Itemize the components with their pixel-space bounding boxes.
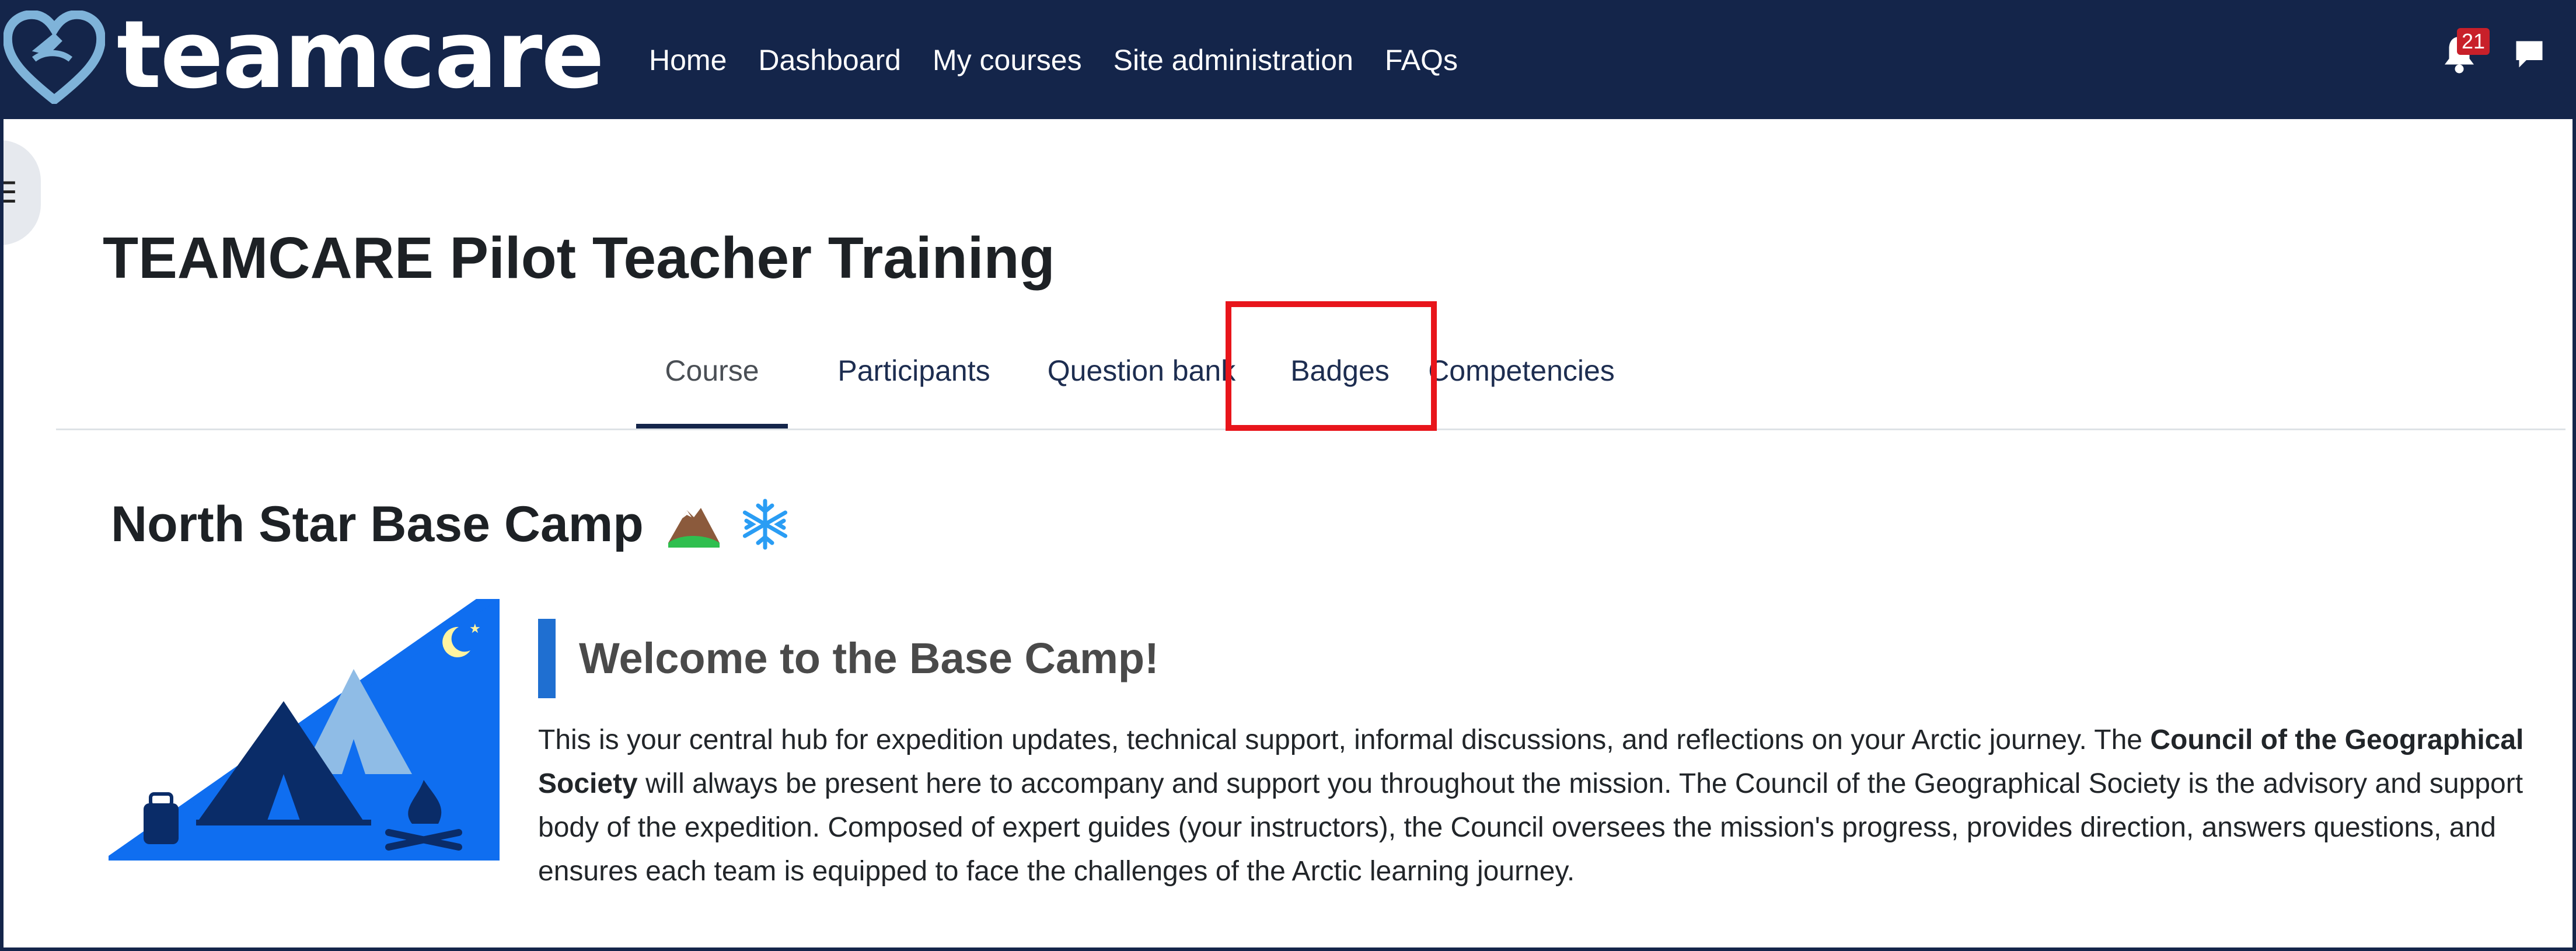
hamburger-icon: ☰ <box>0 176 18 209</box>
accent-bar <box>538 619 556 698</box>
nav-my-courses[interactable]: My courses <box>933 40 1082 81</box>
paragraph-text-part-1: This is your central hub for expedition … <box>538 724 2151 755</box>
course-tabs: Course Participants Question bank Badges… <box>56 327 2565 430</box>
nav-dashboard[interactable]: Dashboard <box>758 40 901 81</box>
nav-faqs[interactable]: FAQs <box>1385 40 1458 81</box>
nav-site-administration[interactable]: Site administration <box>1114 40 1353 81</box>
welcome-paragraph: This is your central hub for expedition … <box>538 718 2546 893</box>
primary-nav: Home Dashboard My courses Site administr… <box>649 40 1489 81</box>
nav-icons: 21 <box>2442 28 2547 75</box>
tab-competencies[interactable]: Competencies <box>1425 327 1618 429</box>
chat-bubble-icon <box>2516 41 2543 68</box>
section-title: North Star Base Camp <box>111 489 793 559</box>
course-index-drawer-toggle[interactable]: ☰ <box>0 140 41 245</box>
notifications-button[interactable]: 21 <box>2442 28 2490 75</box>
brand-logo[interactable] <box>4 11 105 104</box>
notification-count-badge: 21 <box>2457 28 2490 55</box>
tab-participants[interactable]: Participants <box>815 327 1013 429</box>
brand-name[interactable]: teamcare <box>117 2 605 107</box>
messages-button[interactable] <box>2512 37 2547 72</box>
tab-question-bank[interactable]: Question bank <box>1025 327 1258 429</box>
tab-course[interactable]: Course <box>636 327 788 429</box>
base-camp-illustration: ★ <box>109 599 500 861</box>
section-title-text: North Star Base Camp <box>111 496 644 552</box>
svg-text:★: ★ <box>469 622 481 636</box>
paragraph-text-part-2: will always be present here to accompany… <box>538 768 2523 887</box>
welcome-header: Welcome to the Base Camp! <box>538 619 1159 698</box>
welcome-heading: Welcome to the Base Camp! <box>579 634 1159 682</box>
nav-home[interactable]: Home <box>649 40 727 81</box>
course-title: TEAMCARE Pilot Teacher Training <box>103 225 1055 291</box>
tab-badges[interactable]: Badges <box>1270 327 1410 429</box>
heart-logo-icon <box>4 11 105 104</box>
mountain-icon <box>668 508 720 548</box>
snowflake-icon <box>742 499 787 550</box>
top-navbar: teamcare Home Dashboard My courses Site … <box>0 0 2576 119</box>
